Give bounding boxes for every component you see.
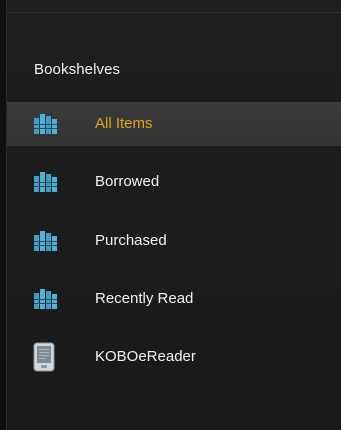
bookshelf-icon: [34, 289, 57, 309]
bookshelves-panel: Bookshelves All Items Borrowed Purchased…: [7, 0, 341, 430]
panel-divider: [7, 12, 341, 13]
ereader-device-icon: [33, 342, 55, 372]
bookshelf-icon: [34, 114, 57, 134]
shelf-item-label: Recently Read: [95, 290, 194, 307]
shelf-item-all-items[interactable]: All Items: [7, 102, 341, 146]
bookshelf-icon: [34, 172, 57, 192]
shelf-item-borrowed[interactable]: Borrowed: [7, 160, 341, 204]
shelf-item-label: Borrowed: [95, 173, 160, 190]
app-window: Bookshelves All Items Borrowed Purchased…: [0, 0, 341, 430]
shelf-item-label: KOBOeReader: [95, 348, 196, 365]
shelf-item-purchased[interactable]: Purchased: [7, 219, 341, 263]
window-left-edge: [0, 0, 7, 430]
shelf-item-label: Purchased: [95, 232, 167, 249]
bookshelf-icon: [34, 231, 57, 251]
shelf-item-recently-read[interactable]: Recently Read: [7, 277, 341, 321]
bookshelves-heading: Bookshelves: [34, 61, 121, 78]
shelf-item-label: All Items: [95, 115, 153, 132]
shelf-item-koboereader[interactable]: KOBOeReader: [7, 335, 341, 379]
